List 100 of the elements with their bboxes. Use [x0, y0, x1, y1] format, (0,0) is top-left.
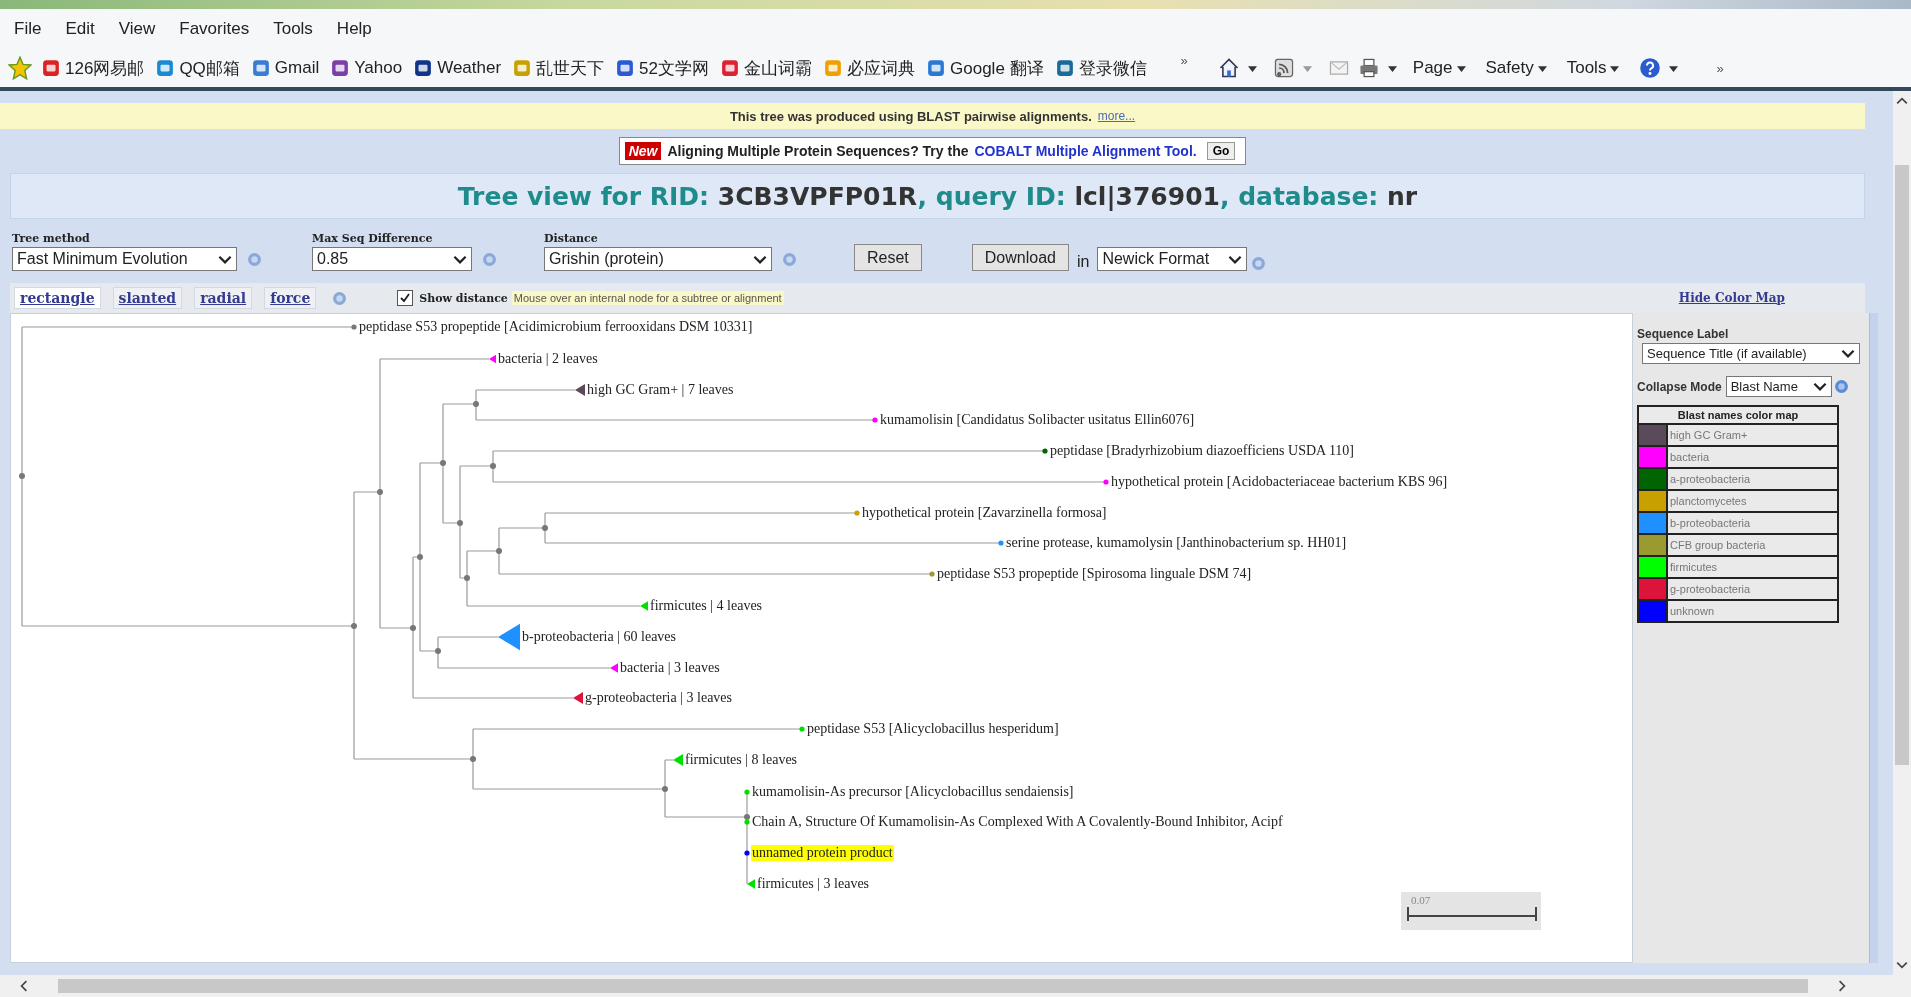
leaf-label[interactable]: peptidase S53 propeptide [Spirosoma linguale DSM 74]	[936, 566, 1253, 582]
leaf-label[interactable]: firmicutes | 4 leaves	[649, 598, 764, 614]
menu-item[interactable]: File	[14, 19, 42, 39]
leaf-label[interactable]: b-proteobacteria | 60 leaves	[521, 629, 677, 645]
favorite-link[interactable]: QQ邮箱	[156, 56, 240, 80]
reset-button[interactable]: Reset	[854, 244, 922, 271]
cobalt-link[interactable]: COBALT Multiple Alignment Tool.	[974, 143, 1197, 159]
favorite-link[interactable]: 126网易邮	[42, 56, 145, 80]
favorite-link[interactable]: 必应词典	[824, 56, 915, 80]
more-chevron[interactable]: »	[1180, 53, 1188, 68]
favorite-link[interactable]: Yahoo	[331, 58, 403, 78]
leaf-label[interactable]: bacteria | 2 leaves	[497, 351, 599, 367]
distance-select[interactable]: Grishin (protein)	[544, 247, 772, 271]
leaf-dot-icon[interactable]	[929, 571, 935, 577]
home-icon[interactable]	[1217, 57, 1240, 79]
collapsed-node-icon[interactable]	[610, 663, 618, 673]
tree-method-select[interactable]: Fast Minimum Evolution	[12, 247, 237, 271]
internal-node-icon[interactable]	[470, 756, 476, 762]
leaf-label[interactable]: peptidase S53 propeptide [Acidimicrobium ferrooxidans DSM 10331]	[358, 319, 754, 335]
help-icon[interactable]	[1833, 379, 1849, 394]
leaf-label[interactable]: unnamed protein product	[751, 845, 894, 861]
leaf-dot-icon[interactable]	[744, 850, 750, 856]
leaf-label[interactable]: serine protease, kumamolysin [Janthinobacterium sp. HH01]	[1005, 535, 1348, 551]
leaf-dot-icon[interactable]	[799, 726, 805, 732]
scroll-right-icon[interactable]	[1838, 980, 1846, 992]
more-chevron[interactable]: »	[1716, 61, 1724, 76]
collapsed-node-icon[interactable]	[489, 354, 496, 364]
favorite-link[interactable]: Google 翻译	[927, 56, 1044, 80]
caret-icon[interactable]	[1669, 63, 1679, 73]
command-menu[interactable]: Page	[1412, 58, 1466, 78]
favorite-link[interactable]: 52文学网	[616, 56, 709, 80]
help-icon[interactable]	[1639, 57, 1662, 79]
leaf-label[interactable]: peptidase S53 [Alicyclobacillus hesperidum]	[806, 721, 1060, 737]
go-button[interactable]: Go	[1206, 142, 1236, 160]
leaf-dot-icon[interactable]	[854, 510, 860, 516]
favorite-link[interactable]: 乱世天下	[513, 56, 605, 80]
leaf-label[interactable]: g-proteobacteria | 3 leaves	[584, 690, 733, 706]
internal-node-icon[interactable]	[435, 648, 441, 654]
leaf-label[interactable]: hypothetical protein [Zavarzinella formosa]	[861, 505, 1108, 521]
vertical-scrollbar[interactable]	[1893, 91, 1911, 975]
collapsed-node-icon[interactable]	[573, 692, 583, 704]
leaf-label[interactable]: kumamolisin-As precursor [Alicyclobacillus sendaiensis]	[751, 784, 1075, 800]
leaf-label[interactable]: firmicutes | 8 leaves	[684, 752, 799, 768]
menu-item[interactable]: Edit	[65, 19, 95, 39]
collapsed-node-icon[interactable]	[747, 879, 755, 889]
collapsed-node-icon[interactable]	[498, 623, 520, 651]
view-tab[interactable]: rectangle	[14, 287, 101, 309]
internal-node-icon[interactable]	[351, 623, 357, 629]
collapsed-node-icon[interactable]	[575, 384, 585, 396]
internal-node-icon[interactable]	[662, 786, 668, 792]
leaf-dot-icon[interactable]	[1042, 448, 1048, 454]
internal-node-icon[interactable]	[473, 401, 479, 407]
favorites-star-icon[interactable]	[8, 56, 32, 80]
more-link[interactable]: more...	[1097, 109, 1136, 123]
command-menu[interactable]: Tools	[1566, 58, 1620, 78]
leaf-label[interactable]: high GC Gram+ | 7 leaves	[586, 382, 735, 398]
internal-node-icon[interactable]	[464, 575, 470, 581]
collapsed-node-icon[interactable]	[673, 754, 683, 766]
internal-node-icon[interactable]	[417, 554, 423, 560]
favorite-link[interactable]: 登录微信	[1055, 56, 1147, 80]
scroll-left-icon[interactable]	[20, 980, 28, 992]
leaf-dot-icon[interactable]	[744, 789, 750, 795]
leaf-label[interactable]: kumamolisin [Candidatus Solibacter usitatus Ellin6076]	[879, 412, 1196, 428]
menu-item[interactable]: View	[118, 19, 156, 39]
caret-icon[interactable]	[1387, 63, 1397, 73]
collapsed-node-icon[interactable]	[640, 601, 648, 611]
internal-node-icon[interactable]	[457, 520, 463, 526]
print-icon[interactable]	[1357, 57, 1380, 79]
menu-item[interactable]: Tools	[273, 19, 313, 39]
view-tab[interactable]: slanted	[112, 287, 183, 309]
internal-node-icon[interactable]	[490, 463, 496, 469]
internal-node-icon[interactable]	[440, 460, 446, 466]
internal-node-icon[interactable]	[542, 525, 548, 531]
leaf-dot-icon[interactable]	[744, 819, 750, 825]
scroll-down-icon[interactable]	[1896, 961, 1908, 969]
leaf-dot-icon[interactable]	[998, 540, 1004, 546]
favorite-link[interactable]: Weather	[414, 58, 502, 78]
view-tab[interactable]: radial	[194, 287, 253, 309]
view-tab[interactable]: force	[264, 287, 317, 309]
internal-node-icon[interactable]	[496, 548, 502, 554]
menu-item[interactable]: Help	[336, 19, 372, 39]
leaf-label[interactable]: bacteria | 3 leaves	[619, 660, 721, 676]
feed-icon[interactable]	[1272, 57, 1295, 79]
leaf-label[interactable]: Chain A, Structure Of Kumamolisin-As Complexed With A Covalently-Bound Inhibitor, Acipf	[751, 814, 1284, 830]
internal-node-icon[interactable]	[410, 625, 416, 631]
scroll-up-icon[interactable]	[1896, 97, 1908, 105]
leaf-dot-icon[interactable]	[872, 417, 878, 423]
internal-node-icon[interactable]	[744, 814, 750, 820]
internal-node-icon[interactable]	[377, 489, 383, 495]
command-menu[interactable]: Safety	[1485, 58, 1547, 78]
leaf-dot-icon[interactable]	[1103, 479, 1109, 485]
favorite-link[interactable]: 金山词霸	[721, 56, 812, 80]
internal-node-icon[interactable]	[19, 473, 25, 479]
download-button[interactable]: Download	[971, 244, 1069, 271]
max-seq-difference-select[interactable]: 0.85	[312, 247, 472, 271]
hide-color-map-link[interactable]: Hide Color Map	[1678, 291, 1785, 305]
format-select[interactable]: Newick Format	[1097, 247, 1248, 271]
menu-item[interactable]: Favorites	[179, 19, 250, 39]
leaf-label[interactable]: peptidase [Bradyrhizobium diazoefficiens USDA 110]	[1049, 443, 1356, 459]
collapse-mode-select[interactable]: Blast Name	[1725, 376, 1832, 397]
